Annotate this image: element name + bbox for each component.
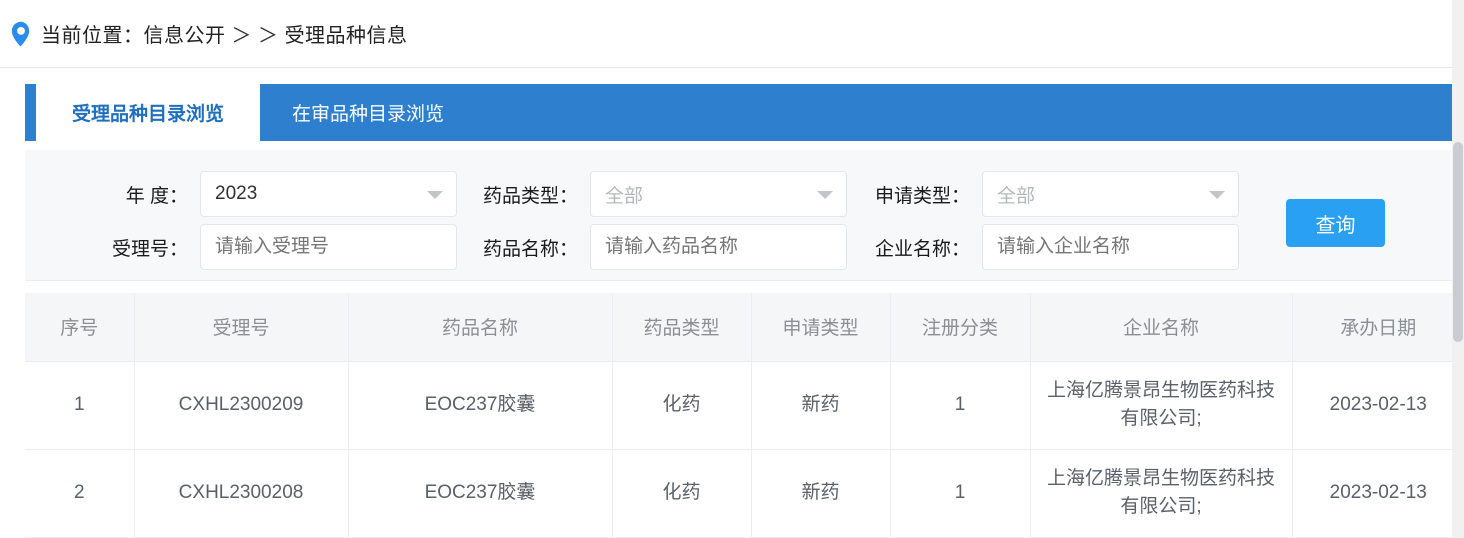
filter-company-name-label: 企业名称： — [874, 238, 970, 260]
breadcrumb-separator: ＞ ＞ — [231, 25, 279, 47]
breadcrumb-current: 受理品种信息 — [284, 25, 408, 47]
filter-year-label: 年 度： — [125, 185, 188, 207]
filter-panel: 年 度： 2023 药品类型： 全部 申请类型： 全部 受理号： 请输入受理号 … — [25, 150, 1452, 281]
filter-row-2: 受理号： 药品名称： 企业名称： — [25, 221, 1452, 273]
filter-apply-type-label: 申请类型： — [874, 185, 970, 207]
drug-name-input[interactable] — [590, 224, 847, 270]
company-name-input[interactable] — [982, 224, 1239, 270]
breadcrumb-root[interactable]: 信息公开 — [144, 25, 226, 47]
cell-company: 上海亿腾景昂生物医药科技有限公司; — [1030, 361, 1293, 450]
year-select-value: 2023 — [215, 183, 258, 204]
location-pin-icon — [11, 21, 30, 46]
search-button[interactable]: 查询 — [1286, 199, 1385, 247]
filter-drug-type-label: 药品类型： — [482, 185, 578, 207]
chevron-down-icon — [817, 191, 833, 199]
filter-accept-no-label: 受理号： — [111, 238, 188, 260]
table-header-row: 序号 受理号 药品名称 药品类型 申请类型 注册分类 企业名称 承办日期 — [25, 293, 1464, 362]
filter-drug-name-group: 药品名称： — [468, 224, 847, 270]
filter-drug-name-label: 药品名称： — [482, 238, 578, 260]
cell-date: 2023-02-13 — [1292, 449, 1464, 538]
scrollbar-thumb[interactable] — [1453, 142, 1463, 342]
cell-drug-type: 化药 — [612, 449, 752, 538]
cell-reg-class: 1 — [890, 449, 1031, 538]
cell-apply-type: 新药 — [751, 361, 891, 450]
col-header-company: 企业名称 — [1030, 293, 1293, 362]
drug-type-select-value: 全部 — [605, 185, 644, 207]
cell-drug-name: EOC237胶囊 — [348, 361, 613, 450]
col-header-drug-name: 药品名称 — [348, 293, 613, 362]
cell-accept-no: CXHL2300208 — [134, 449, 349, 538]
cell-accept-no: CXHL2300209 — [134, 361, 349, 450]
cell-company: 上海亿腾景昂生物医药科技有限公司; — [1030, 449, 1293, 538]
apply-type-select-value: 全部 — [997, 185, 1036, 207]
results-table: 序号 受理号 药品名称 药品类型 申请类型 注册分类 企业名称 承办日期 1 C… — [25, 293, 1464, 538]
table-row[interactable]: 1 CXHL2300209 EOC237胶囊 化药 新药 1 上海亿腾景昂生物医… — [25, 361, 1464, 450]
cell-reg-class: 1 — [890, 361, 1031, 450]
breadcrumb-prefix: 当前位置： — [41, 25, 144, 47]
cell-date: 2023-02-13 — [1292, 361, 1464, 450]
col-header-date: 承办日期 — [1292, 293, 1464, 362]
year-select[interactable]: 2023 — [200, 171, 457, 217]
tab-accepted-catalog[interactable]: 受理品种目录浏览 — [36, 84, 261, 141]
tab-under-review-catalog[interactable]: 在审品种目录浏览 — [260, 84, 476, 141]
filter-accept-no-group: 受理号： — [78, 224, 457, 270]
filter-company-name-group: 企业名称： — [860, 224, 1239, 270]
col-header-index: 序号 — [25, 293, 135, 362]
filter-drug-type-group: 药品类型： 全部 — [468, 171, 847, 217]
filter-year-group: 年 度： 2023 — [78, 171, 457, 217]
breadcrumb-text: 当前位置：信息公开＞ ＞受理品种信息 — [41, 19, 408, 48]
filter-row-1: 年 度： 2023 药品类型： 全部 申请类型： 全部 — [25, 168, 1452, 220]
breadcrumb: 当前位置：信息公开＞ ＞受理品种信息 — [0, 0, 1452, 68]
col-header-accept-no: 受理号 — [134, 293, 349, 362]
col-header-apply-type: 申请类型 — [751, 293, 891, 362]
cell-apply-type: 新药 — [751, 449, 891, 538]
drug-type-select[interactable]: 全部 — [590, 171, 847, 217]
accept-no-input[interactable] — [200, 224, 457, 270]
tab-bar: 受理品种目录浏览 在审品种目录浏览 — [25, 84, 1452, 141]
results-table-container: 序号 受理号 药品名称 药品类型 申请类型 注册分类 企业名称 承办日期 1 C… — [25, 293, 1464, 538]
chevron-down-icon — [427, 191, 443, 199]
chevron-down-icon — [1209, 191, 1225, 199]
page-root: 当前位置：信息公开＞ ＞受理品种信息 受理品种目录浏览 在审品种目录浏览 年 度… — [0, 0, 1464, 538]
cell-drug-name: EOC237胶囊 — [348, 449, 613, 538]
cell-index: 2 — [25, 449, 135, 538]
page-scrollbar[interactable] — [1452, 0, 1464, 538]
cell-drug-type: 化药 — [612, 361, 752, 450]
apply-type-select[interactable]: 全部 — [982, 171, 1239, 217]
col-header-drug-type: 药品类型 — [612, 293, 752, 362]
filter-apply-type-group: 申请类型： 全部 — [860, 171, 1239, 217]
col-header-reg-class: 注册分类 — [890, 293, 1031, 362]
cell-index: 1 — [25, 361, 135, 450]
table-row[interactable]: 2 CXHL2300208 EOC237胶囊 化药 新药 1 上海亿腾景昂生物医… — [25, 449, 1464, 538]
